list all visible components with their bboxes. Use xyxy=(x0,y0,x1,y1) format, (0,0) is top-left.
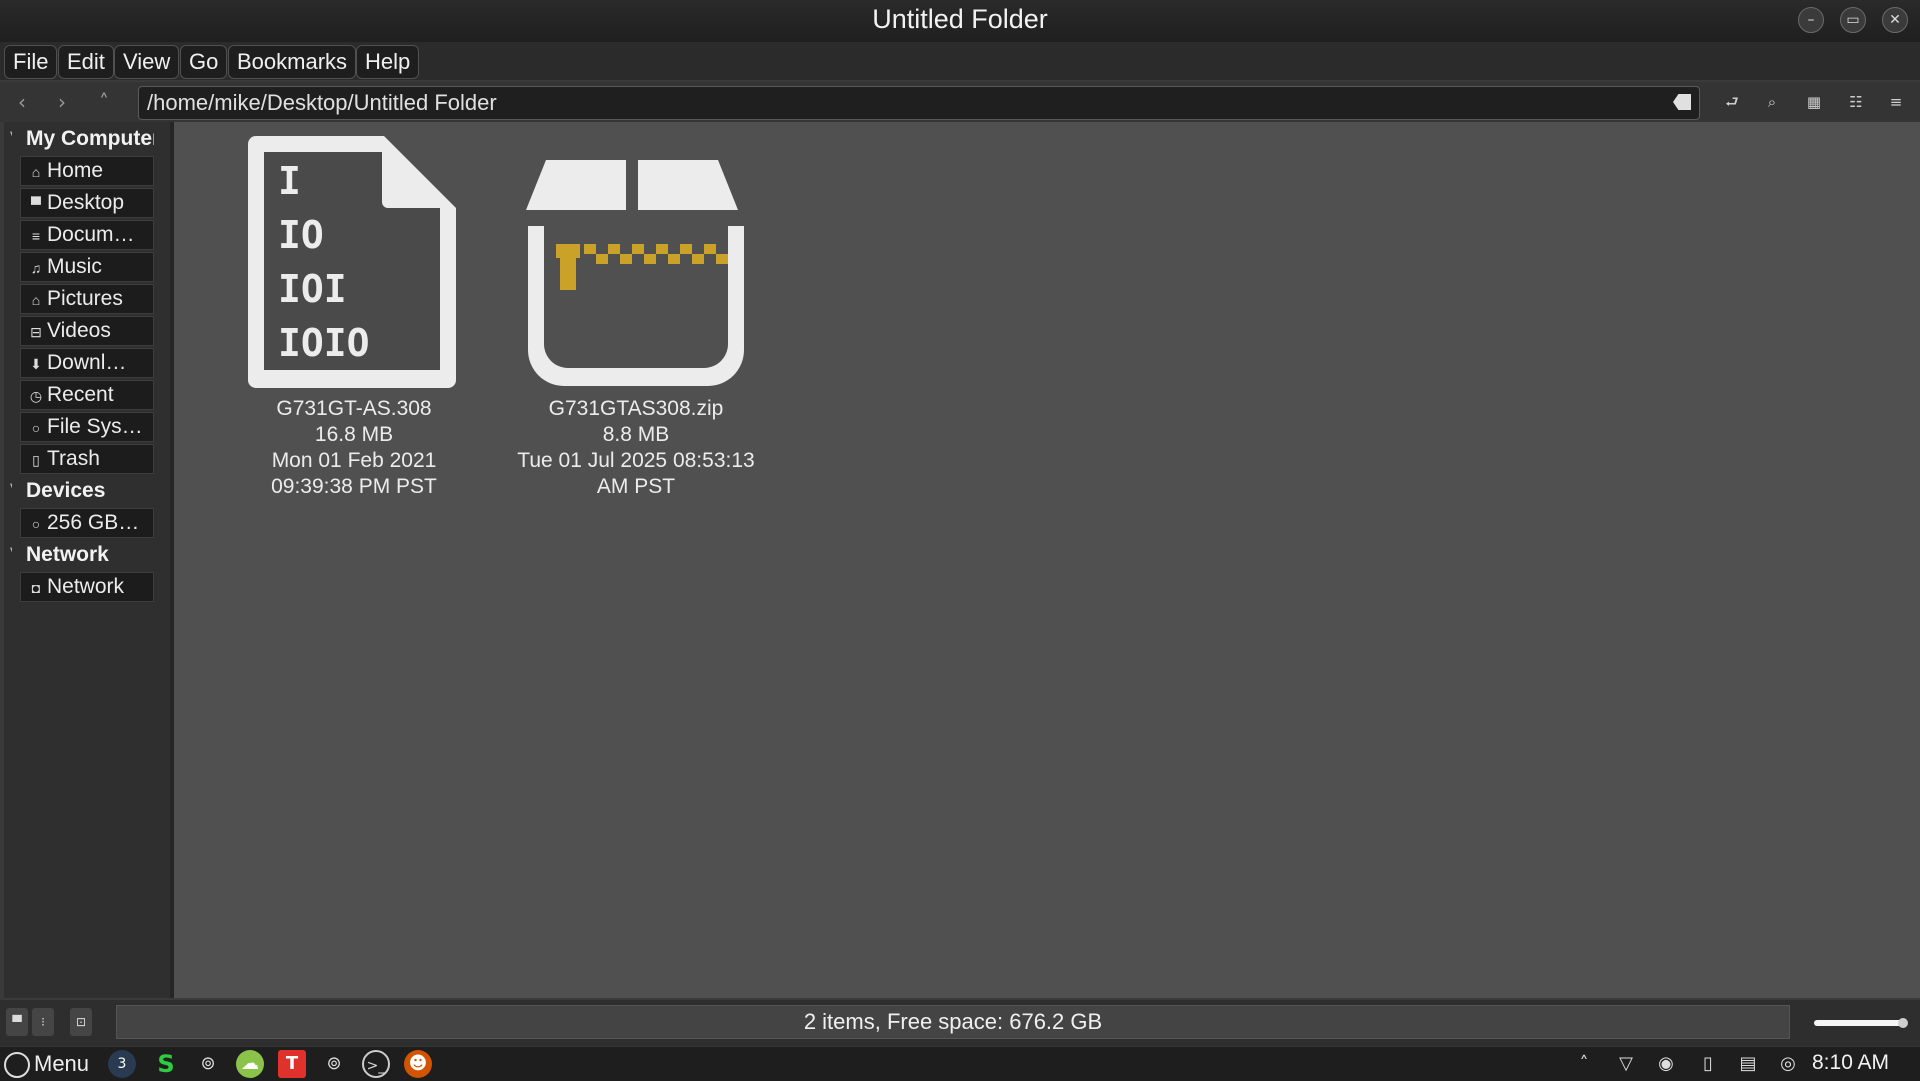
taskbar: Menu 3 S ⊚ ☁ T ⊚ >_ ☻ ˄ ▽ ◉ ▯ ▤ ◎ 8:10 A… xyxy=(0,1046,1920,1081)
file-item[interactable]: I IO IOI IOIO G731GT-AS.308 16.8 MB Mon … xyxy=(214,132,494,500)
desktop-icon: ▀ xyxy=(31,196,41,212)
forward-icon[interactable]: › xyxy=(48,88,76,116)
tray-expand-icon[interactable]: ˄ xyxy=(1570,1050,1598,1078)
sidebar-item-videos[interactable]: ⊟ Videos xyxy=(20,316,154,346)
sidebar-item-drive[interactable]: ○ 256 GB… xyxy=(20,508,154,538)
menu-logo-icon xyxy=(4,1052,30,1079)
hide-sidebar-icon[interactable]: ⊡ xyxy=(70,1008,92,1036)
vpn-icon[interactable]: ▽ xyxy=(1612,1050,1640,1078)
disk-utility-icon[interactable]: ⊚ xyxy=(194,1050,222,1078)
sidebar-item-pictures[interactable]: ⌂ Pictures xyxy=(20,284,154,314)
network-icon: ◘ xyxy=(31,580,41,596)
printer-icon[interactable]: ▤ xyxy=(1734,1050,1762,1078)
disk-search-icon[interactable]: ⊚ xyxy=(320,1050,348,1078)
archive-icon xyxy=(526,160,744,386)
pictures-icon: ⌂ xyxy=(31,292,41,308)
maximize-icon[interactable]: ▭ xyxy=(1840,7,1866,33)
documents-icon: ≡ xyxy=(31,228,41,244)
recent-icon: ◷ xyxy=(29,388,43,404)
sidebar-item-filesystem[interactable]: ○ File Sys… xyxy=(20,412,154,442)
text-editor-icon[interactable]: T xyxy=(278,1050,306,1078)
home-icon: ⌂ xyxy=(31,164,41,180)
sidebar-item-music[interactable]: ♫ Music xyxy=(20,252,154,282)
nvidia-icon[interactable]: ◉ xyxy=(1652,1050,1680,1078)
trash-icon: ▯ xyxy=(32,452,40,468)
sidebar-item-documents[interactable]: ≡ Docum… xyxy=(20,220,154,250)
downloads-icon: ⬇ xyxy=(30,356,42,372)
sidebar-header-my-computer[interactable]: My Computer xyxy=(12,124,154,154)
clipboard-icon[interactable]: ▯ xyxy=(1694,1050,1722,1078)
drive-icon: ○ xyxy=(31,516,41,532)
clock[interactable]: 8:10 AM xyxy=(1812,1051,1889,1075)
tree-icon[interactable]: ⁝ xyxy=(32,1008,54,1036)
file-name: G731GTAS308.zip xyxy=(548,397,724,420)
update-icon[interactable]: ◎ xyxy=(1774,1050,1802,1078)
menu-help[interactable]: Help xyxy=(356,45,420,79)
start-menu-button[interactable]: Menu xyxy=(4,1049,89,1079)
places-icon[interactable]: ▀ xyxy=(6,1008,28,1036)
sidebar-item-downloads[interactable]: ⬇ Downl… xyxy=(20,348,154,378)
menu-view[interactable]: View xyxy=(114,45,180,79)
file-date: Tue 01 Jul 2025 08:53:13 xyxy=(517,449,755,472)
window-titlebar: Untitled Folder – ▭ ✕ xyxy=(0,0,1920,43)
list-view-icon[interactable]: ☷ xyxy=(1844,90,1868,114)
videos-icon: ⊟ xyxy=(30,324,42,340)
location-path[interactable]: /home/mike/Desktop/Untitled Folder xyxy=(147,90,497,116)
sidebar-header-devices[interactable]: Devices xyxy=(12,476,154,506)
terminal-icon[interactable]: >_ xyxy=(362,1050,390,1078)
sidebar-item-desktop[interactable]: ▀ Desktop xyxy=(20,188,154,218)
workspace-badge[interactable]: 3 xyxy=(108,1050,136,1078)
menu-go[interactable]: Go xyxy=(180,45,228,79)
menubar: File Edit View Go Bookmarks Help xyxy=(0,42,1920,80)
sidebar-item-network[interactable]: ◘ Network xyxy=(20,572,154,602)
file-size: 8.8 MB xyxy=(602,423,670,446)
menu-bookmarks[interactable]: Bookmarks xyxy=(228,45,357,79)
icon-view-icon[interactable]: ▦ xyxy=(1802,90,1826,114)
up-icon[interactable]: ˄ xyxy=(90,88,118,116)
toolbar: ‹ › ˄ /home/mike/Desktop/Untitled Folder… xyxy=(0,82,1920,122)
file-size: 16.8 MB xyxy=(314,423,394,446)
file-name: G731GT-AS.308 xyxy=(276,397,432,420)
sidebar-header-network[interactable]: Network xyxy=(12,540,154,570)
sidebar: V My Computer ⌂Home ▀Desktop ≡Docum… ♫Mu… xyxy=(4,122,174,998)
spreadsheet-app-icon[interactable]: S xyxy=(152,1050,180,1078)
statusbar: ▀ ⁝ ⊡ 2 items, Free space: 676.2 GB xyxy=(0,1000,1920,1046)
sidebar-item-recent[interactable]: ◷ Recent xyxy=(20,380,154,410)
svg-text:IO: IO xyxy=(278,213,324,257)
back-icon[interactable]: ‹ xyxy=(8,88,36,116)
browser-icon[interactable]: ☻ xyxy=(404,1050,432,1078)
status-text: 2 items, Free space: 676.2 GB xyxy=(116,1005,1790,1039)
sidebar-item-trash[interactable]: ▯ Trash xyxy=(20,444,154,474)
search-icon[interactable]: ⌕ xyxy=(1760,90,1784,114)
zoom-slider[interactable] xyxy=(1814,1020,1904,1026)
svg-text:IOIO: IOIO xyxy=(278,321,370,365)
file-view[interactable]: I IO IOI IOIO G731GT-AS.308 16.8 MB Mon … xyxy=(174,122,1920,998)
close-icon[interactable]: ✕ xyxy=(1882,7,1908,33)
svg-text:I: I xyxy=(278,159,301,203)
file-time: 09:39:38 PM PST xyxy=(271,475,437,498)
file-date: Mon 01 Feb 2021 xyxy=(271,449,437,472)
compact-view-icon[interactable]: ≡ xyxy=(1884,90,1908,114)
svg-text:IOI: IOI xyxy=(278,267,347,311)
window-title: Untitled Folder xyxy=(872,4,1048,34)
zoom-slider-handle[interactable] xyxy=(1898,1018,1908,1028)
menu-edit[interactable]: Edit xyxy=(58,45,114,79)
file-item[interactable]: G731GTAS308.zip 8.8 MB Tue 01 Jul 2025 0… xyxy=(496,132,776,500)
music-icon: ♫ xyxy=(30,260,42,276)
toggle-location-icon[interactable]: ⮐ xyxy=(1720,90,1744,114)
filesystem-icon: ○ xyxy=(31,420,41,436)
minimize-icon[interactable]: – xyxy=(1798,7,1824,33)
clear-icon[interactable] xyxy=(1673,94,1691,110)
location-bar[interactable]: /home/mike/Desktop/Untitled Folder xyxy=(138,86,1700,120)
cloud-app-icon[interactable]: ☁ xyxy=(236,1050,264,1078)
sidebar-item-home[interactable]: ⌂ Home xyxy=(20,156,154,186)
binary-file-icon: I IO IOI IOIO xyxy=(248,136,456,388)
file-time: AM PST xyxy=(596,475,676,498)
menu-file[interactable]: File xyxy=(4,45,58,79)
